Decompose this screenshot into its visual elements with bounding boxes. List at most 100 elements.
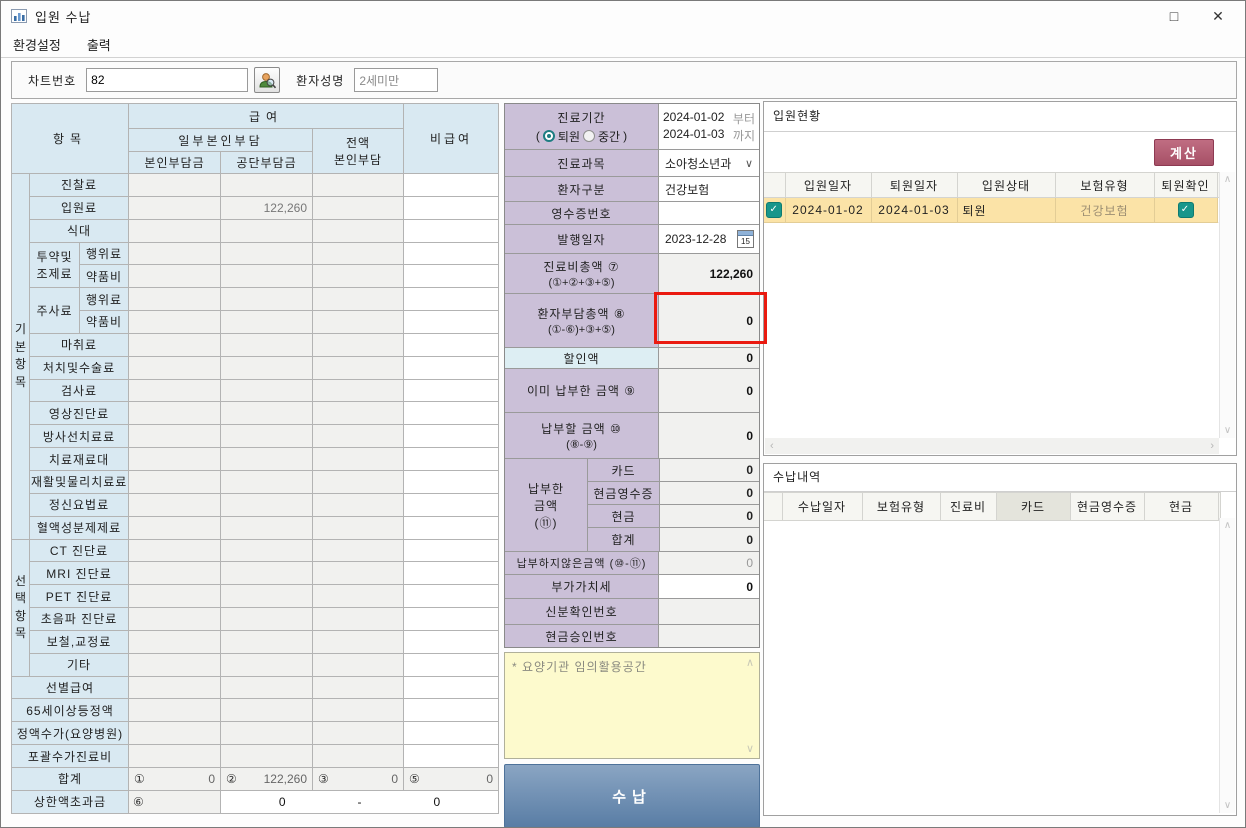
scroll-up-icon: ∧: [1220, 520, 1235, 531]
maximize-button[interactable]: □: [1165, 8, 1183, 25]
payment-vertical-scrollbar[interactable]: ∧ ∨: [1219, 518, 1235, 813]
issue-date-value[interactable]: 2023-12-28 15: [659, 225, 759, 253]
close-button[interactable]: ✕: [1209, 8, 1227, 25]
patient-name-input[interactable]: [354, 68, 438, 92]
fee-value-cell: [404, 425, 499, 448]
fee-value-cell: [129, 219, 221, 242]
fee-value-cell: [404, 379, 499, 402]
fee-value-cell: [404, 333, 499, 356]
calendar-icon[interactable]: 15: [737, 230, 754, 248]
radio-interim-label[interactable]: 중간: [598, 128, 620, 145]
chart-no-label: 차트번호: [28, 72, 76, 89]
fee-value-cell: [404, 516, 499, 539]
scroll-right-icon: ›: [1210, 440, 1214, 452]
fee-value-cell: [313, 379, 404, 402]
fee-sum-cell: ①0: [129, 767, 221, 790]
chart-no-input[interactable]: [86, 68, 248, 92]
department-select[interactable]: 소아청소년과 ∨: [659, 150, 759, 176]
fee-value-cell: [404, 242, 499, 265]
paid-amount-label: 납부한 금액 (⑪): [505, 459, 588, 551]
radio-discharge[interactable]: [543, 130, 555, 142]
prepaid-value: 0: [659, 369, 759, 412]
period-from-date[interactable]: 2024-01-02: [663, 110, 724, 127]
cash-approval-value[interactable]: [659, 625, 759, 647]
patient-search-button[interactable]: [254, 67, 280, 93]
fee-value-cell: [404, 585, 499, 608]
paid-sub-value: 0: [660, 528, 759, 551]
radio-interim[interactable]: [583, 130, 595, 142]
discharge-confirm-checkbox[interactable]: ✓: [1178, 202, 1194, 218]
fee-value-cell: [129, 653, 221, 676]
fee-value-cell: [129, 196, 221, 219]
vat-value[interactable]: 0: [659, 575, 759, 598]
patient-total-formula: (①-⑥)+③+⑤): [548, 323, 615, 336]
patient-type-value[interactable]: 건강보험: [659, 177, 759, 201]
person-search-icon: [258, 71, 276, 89]
id-check-row: 신분확인번호: [505, 599, 759, 625]
payment-col-header[interactable]: 카드: [996, 493, 1070, 521]
menu-bar: 환경설정 출력: [1, 31, 1245, 58]
vat-label: 부가가치세: [505, 575, 659, 598]
fee-value-cell: [221, 745, 313, 768]
calculate-button[interactable]: 계산: [1154, 139, 1214, 166]
fee-value-cell: [221, 516, 313, 539]
admission-col-header[interactable]: 입원상태: [957, 173, 1055, 198]
fee-value-cell: [129, 402, 221, 425]
fee-value-cell: [221, 699, 313, 722]
menu-item-print[interactable]: 출력: [87, 35, 111, 54]
prepaid-row: 이미 납부한 금액 ⑨ 0: [505, 369, 759, 413]
fee-col-item: 항목: [12, 104, 129, 174]
payment-col-header[interactable]: 현금: [1144, 493, 1218, 521]
paid-sub-row: 현금0: [588, 505, 759, 528]
fee-value-cell: [404, 470, 499, 493]
admission-row[interactable]: ✓2024-01-022024-01-03퇴원건강보험✓: [764, 198, 1221, 223]
admission-col-header[interactable]: 퇴원일자: [871, 173, 957, 198]
fee-row-label: MRI 진단료: [30, 562, 129, 585]
fee-value-cell: [221, 425, 313, 448]
admission-col-header[interactable]: 보험유형: [1055, 173, 1154, 198]
fee-value-cell: [404, 608, 499, 631]
fee-col-benefit: 급여: [129, 104, 404, 129]
fee-col-full-self: 전액본인부담: [313, 129, 404, 174]
receipt-no-label: 영수증번호: [505, 202, 659, 224]
scroll-down-icon[interactable]: ∨: [746, 742, 755, 755]
fee-value-cell: [404, 265, 499, 288]
payment-col-header[interactable]: 보험유형: [862, 493, 940, 521]
id-check-value[interactable]: [659, 599, 759, 624]
fee-value-cell: [313, 174, 404, 197]
chevron-down-icon[interactable]: ∨: [745, 157, 753, 170]
admission-col-header[interactable]: 입원일자: [785, 173, 871, 198]
payment-col-header[interactable]: 현금영수증: [1070, 493, 1144, 521]
fee-value-cell: [404, 630, 499, 653]
admission-horizontal-scrollbar[interactable]: ‹›: [765, 438, 1219, 454]
fee-value-cell: [313, 745, 404, 768]
fee-value-cell: [313, 630, 404, 653]
fee-value-cell: [404, 722, 499, 745]
fee-row-label: 기타: [30, 653, 129, 676]
cash-approval-label: 현금승인번호: [505, 625, 659, 647]
payment-col-header[interactable]: 진료비: [940, 493, 996, 521]
fee-value-cell: [313, 539, 404, 562]
admission-vertical-scrollbar[interactable]: ∧ ∨: [1219, 172, 1235, 438]
fee-row-label: 마취료: [30, 333, 129, 356]
row-select-checkbox[interactable]: ✓: [766, 202, 782, 218]
cap-value-cell[interactable]: 0-0: [221, 790, 499, 813]
payment-history-title: 수납내역: [764, 464, 1236, 492]
receipt-no-value[interactable]: [659, 202, 759, 224]
fee-value-cell: [221, 585, 313, 608]
title-bar: 입원 수납 □ ✕: [1, 1, 1245, 31]
fee-breakdown-table: 항목 급여 비급여 일부본인부담 전액본인부담 본인부담금 공단부담금 기본항목…: [11, 103, 499, 814]
pay-button[interactable]: 수납: [504, 764, 760, 828]
paid-sub-value: 0: [660, 505, 759, 527]
radio-discharge-label[interactable]: 퇴원: [558, 128, 580, 145]
menu-item-settings[interactable]: 환경설정: [13, 35, 61, 54]
payment-col-header[interactable]: 수납일자: [782, 493, 862, 521]
admission-col-header[interactable]: 퇴원확인: [1154, 173, 1217, 198]
period-to-date[interactable]: 2024-01-03: [663, 127, 724, 144]
fee-cap-row: 상한액초과금⑥0-0: [12, 790, 499, 813]
scroll-up-icon: ∧: [1220, 174, 1235, 185]
cash-approval-row: 현금승인번호: [505, 625, 759, 647]
facility-note-area[interactable]: * 요양기관 임의활용공간 ∧ ∨: [504, 652, 760, 759]
treatment-period-dates: 2024-01-02부터 2024-01-03까지: [659, 104, 759, 149]
scroll-up-icon[interactable]: ∧: [746, 656, 755, 669]
